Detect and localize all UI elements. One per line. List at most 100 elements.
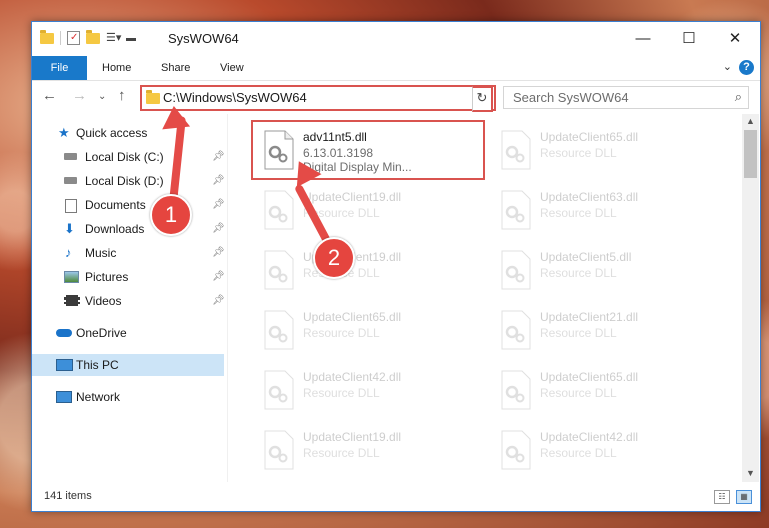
file-name: UpdateClient65.dll <box>540 130 639 144</box>
sidebar-item-network[interactable]: Network <box>32 386 224 408</box>
file-type: Resource DLL <box>303 386 380 400</box>
sidebar-item-onedrive[interactable]: OneDrive <box>32 322 224 344</box>
dll-file-icon <box>500 430 532 470</box>
sidebar-item-label: OneDrive <box>76 326 127 340</box>
close-button[interactable]: ✕ <box>712 22 758 56</box>
dll-file-icon <box>500 370 532 410</box>
maximize-button[interactable]: ☐ <box>666 22 712 56</box>
videos-icon <box>64 295 80 306</box>
sidebar-item-videos[interactable]: Videos 📌︎ <box>32 290 225 312</box>
file-type: Resource DLL <box>303 446 380 460</box>
tab-view[interactable]: View <box>220 56 244 80</box>
quick-access-toolbar: ✓ ☰▾ ▬ <box>40 29 136 45</box>
file-item[interactable]: UpdateClient5.dll Resource DLL <box>490 242 720 298</box>
large-icons-view-icon[interactable]: ▦ <box>736 490 752 504</box>
file-explorer-window: ✓ ☰▾ ▬ SysWOW64 — ☐ ✕ File Home Share Vi… <box>31 21 761 512</box>
dll-file-icon <box>263 130 295 170</box>
documents-icon <box>65 199 77 213</box>
vertical-scrollbar[interactable]: ▲ ▼ <box>742 114 759 482</box>
file-name: UpdateClient5.dll <box>540 250 632 264</box>
file-item[interactable]: UpdateClient19.dll Resource DLL <box>253 182 483 238</box>
sidebar-item-downloads[interactable]: ⬇ Downloads 📌︎ <box>32 218 225 240</box>
sidebar-item-pictures[interactable]: Pictures 📌︎ <box>32 266 225 288</box>
pin-icon[interactable]: 📌︎ <box>212 290 225 312</box>
item-count: 141 items <box>44 490 92 502</box>
customize-toolbar-icon[interactable]: ☰▾ <box>106 31 121 45</box>
search-placeholder[interactable]: Search SysWOW64 <box>513 90 629 105</box>
sidebar-item-quick-access[interactable]: ★ Quick access <box>32 122 224 144</box>
window-title: SysWOW64 <box>168 31 239 46</box>
details-view-icon[interactable]: ☷ <box>714 490 730 504</box>
new-folder-icon[interactable] <box>86 29 100 44</box>
star-icon: ★ <box>58 125 70 140</box>
cloud-icon <box>56 329 72 337</box>
expand-ribbon-icon[interactable]: ⌄ <box>723 60 732 73</box>
file-item[interactable]: UpdateClient65.dll Resource DLL <box>253 302 483 358</box>
separator <box>60 31 61 45</box>
file-item[interactable]: UpdateClient42.dll Resource DLL <box>253 362 483 418</box>
pin-icon[interactable]: 📌︎ <box>212 218 225 240</box>
tab-file[interactable]: File <box>32 56 87 80</box>
tab-home[interactable]: Home <box>102 56 131 80</box>
quick-access-dropdown-icon[interactable]: ▬ <box>126 33 136 44</box>
file-name: UpdateClient42.dll <box>303 370 402 384</box>
ribbon-tabs: File Home Share View ⌄ ? <box>32 56 760 81</box>
sidebar-item-label: Videos <box>85 294 122 308</box>
sidebar-item-this-pc[interactable]: This PC <box>32 354 224 376</box>
address-bar[interactable]: C:\Windows\SysWOW64 ⌄ <box>140 85 496 111</box>
pin-icon[interactable]: 📌︎ <box>212 194 225 216</box>
dll-file-icon <box>500 190 532 230</box>
network-icon <box>56 391 72 403</box>
step-badge-2: 2 <box>313 237 355 279</box>
scrollbar-thumb[interactable] <box>744 130 757 178</box>
file-item[interactable]: UpdateClient19.dll Resource DLL <box>253 422 483 478</box>
file-name: UpdateClient42.dll <box>540 430 639 444</box>
properties-icon[interactable]: ✓ <box>67 31 80 45</box>
music-icon: ♪ <box>65 245 72 260</box>
address-path[interactable]: C:\Windows\SysWOW64 <box>163 90 307 105</box>
sidebar-item-label: Documents <box>85 198 146 212</box>
sidebar-item-label: Music <box>85 246 117 260</box>
help-icon[interactable]: ? <box>739 60 754 75</box>
file-type: Resource DLL <box>540 206 617 220</box>
file-name: UpdateClient65.dll <box>540 370 639 384</box>
file-item[interactable]: UpdateClient65.dll Resource DLL <box>490 122 720 178</box>
sidebar-item-local-disk-d[interactable]: Local Disk (D:) 📌︎ <box>32 170 225 192</box>
refresh-button[interactable]: ↻ <box>472 86 493 112</box>
forward-arrow-icon[interactable]: → <box>72 87 87 104</box>
file-version: 6.13.01.3198 <box>303 146 374 160</box>
sidebar-item-label: Quick access <box>76 126 148 140</box>
file-type: Resource DLL <box>540 266 617 280</box>
pin-icon[interactable]: 📌︎ <box>212 242 225 264</box>
sidebar-item-documents[interactable]: Documents 📌︎ <box>32 194 225 216</box>
file-item[interactable]: adv11nt5.dll 6.13.01.3198 Digital Displa… <box>251 120 485 180</box>
scroll-down-arrow-icon[interactable]: ▼ <box>746 468 755 478</box>
sidebar-item-label: Local Disk (D:) <box>85 174 164 188</box>
file-name: UpdateClient19.dll <box>303 190 402 204</box>
recent-locations-chevron-icon[interactable]: ⌄ <box>98 91 106 102</box>
pin-icon[interactable]: 📌︎ <box>212 266 225 288</box>
up-arrow-icon[interactable]: ↑ <box>118 87 126 104</box>
dll-file-icon <box>263 310 295 350</box>
computer-icon <box>56 359 73 371</box>
scroll-up-arrow-icon[interactable]: ▲ <box>746 116 755 126</box>
minimize-button[interactable]: — <box>620 22 666 56</box>
file-item[interactable]: UpdateClient65.dll Resource DLL <box>490 362 720 418</box>
search-box[interactable]: Search SysWOW64 ⌕ <box>503 86 749 109</box>
file-name: adv11nt5.dll <box>303 130 367 144</box>
sidebar-item-local-disk-c[interactable]: Local Disk (C:) 📌︎ <box>32 146 225 168</box>
pin-icon[interactable]: 📌︎ <box>212 170 225 192</box>
file-type: Resource DLL <box>540 446 617 460</box>
file-item[interactable]: UpdateClient19.dll Resource DLL <box>253 242 483 298</box>
back-arrow-icon[interactable]: ← <box>42 87 57 104</box>
drive-icon <box>64 153 77 160</box>
dll-file-icon <box>263 370 295 410</box>
file-item[interactable]: UpdateClient63.dll Resource DLL <box>490 182 720 238</box>
file-item[interactable]: UpdateClient42.dll Resource DLL <box>490 422 720 478</box>
file-type: Resource DLL <box>540 326 617 340</box>
tab-share[interactable]: Share <box>161 56 190 80</box>
file-item[interactable]: UpdateClient21.dll Resource DLL <box>490 302 720 358</box>
refresh-icon: ↻ <box>476 90 488 105</box>
sidebar-item-music[interactable]: ♪ Music 📌︎ <box>32 242 225 264</box>
pin-icon[interactable]: 📌︎ <box>212 146 225 168</box>
